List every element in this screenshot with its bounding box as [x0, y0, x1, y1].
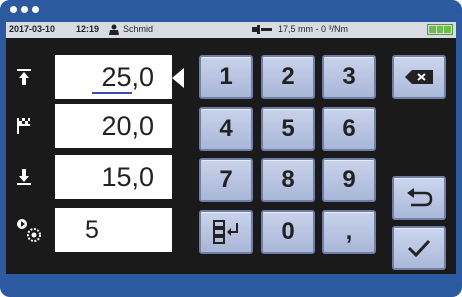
status-date: 2017-03-10 — [9, 24, 56, 34]
window-dot — [10, 6, 17, 13]
param-lower-limit[interactable]: 15,0 — [10, 155, 172, 199]
status-bar: 2017-03-10 12:19 Schmid 17,5 mm - 0 ³/Nm — [6, 22, 456, 38]
check-icon — [407, 239, 431, 258]
confirm-button[interactable] — [392, 226, 446, 270]
backspace-icon — [405, 70, 433, 84]
status-time: 12:19 — [76, 24, 100, 34]
bottom-bar — [6, 274, 456, 284]
text-cursor — [92, 92, 132, 94]
active-field-pointer — [172, 68, 184, 88]
window-dot — [21, 6, 28, 13]
key-1[interactable]: 1 — [199, 55, 253, 99]
status-tool-value: 17,5 mm - 0 ³/Nm — [278, 24, 349, 34]
undo-button[interactable] — [392, 176, 446, 220]
battery-icon — [427, 24, 453, 35]
next-field-button[interactable] — [199, 210, 253, 254]
key-3[interactable]: 3 — [322, 55, 376, 99]
key-5[interactable]: 5 — [261, 107, 315, 151]
param-value: 20,0 — [101, 111, 154, 141]
key-6[interactable]: 6 — [322, 107, 376, 151]
user-icon — [109, 24, 119, 35]
title-bar — [0, 0, 462, 22]
wrench-tool-icon — [252, 25, 272, 34]
key-7[interactable]: 7 — [199, 158, 253, 202]
key-4[interactable]: 4 — [199, 107, 253, 151]
backspace-button[interactable] — [392, 55, 446, 99]
param-value: 15,0 — [101, 162, 154, 192]
next-field-icon — [213, 220, 238, 244]
param-value: 5 — [85, 216, 99, 244]
upper-limit-icon — [10, 55, 55, 99]
key-9[interactable]: 9 — [322, 158, 376, 202]
param-upper-limit[interactable]: 25,0 — [10, 55, 172, 99]
key-2[interactable]: 2 — [261, 55, 315, 99]
window-dot — [32, 6, 39, 13]
key-8[interactable]: 8 — [261, 158, 315, 202]
cycle-gear-icon — [10, 208, 55, 252]
window-dots — [10, 6, 39, 13]
undo-icon — [407, 188, 433, 207]
key-0[interactable]: 0 — [261, 210, 315, 254]
target-flag-icon — [10, 104, 55, 148]
param-target[interactable]: 20,0 — [10, 104, 172, 148]
key-comma[interactable]: , — [322, 210, 376, 254]
param-cycles[interactable]: 5 — [10, 208, 172, 252]
status-user: Schmid — [123, 24, 154, 34]
lower-limit-icon — [10, 155, 55, 199]
